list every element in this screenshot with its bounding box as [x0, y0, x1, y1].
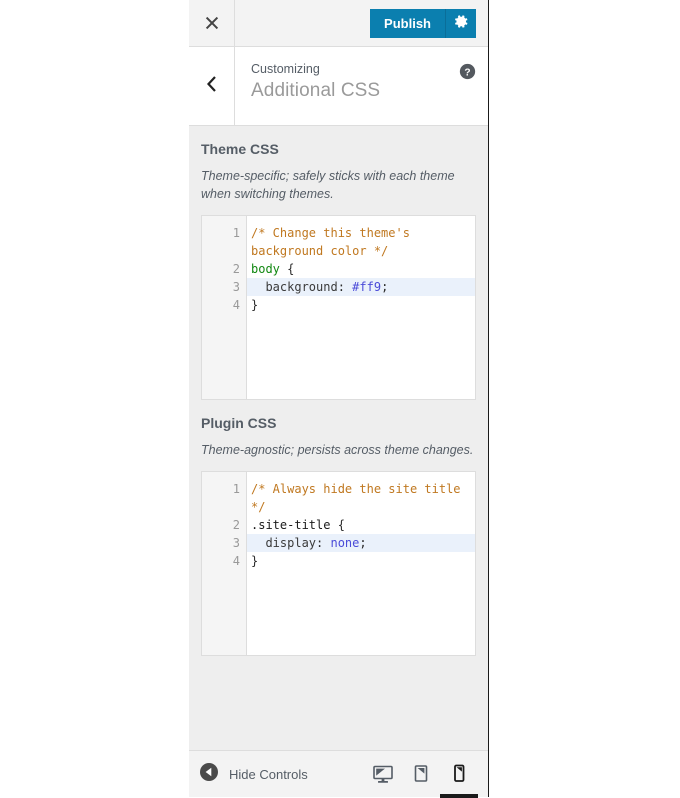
code-token: /* Always hide the site title	[251, 482, 461, 496]
customizer-panel: Publish	[189, 0, 489, 797]
section-header-text: Customizing Additional CSS ?	[235, 47, 488, 125]
code-line: /* Always hide the site title	[247, 480, 475, 498]
mobile-icon	[450, 764, 468, 784]
code-token: /* Change this theme's	[251, 226, 410, 240]
device-button-desktop[interactable]	[364, 751, 402, 798]
back-button[interactable]	[189, 47, 235, 125]
code-token: ;	[381, 280, 388, 294]
section-theme-css: Theme CSS Theme-specific; safely sticks …	[189, 126, 488, 400]
code-line: }	[247, 296, 475, 314]
topbar-spacer	[235, 0, 370, 46]
device-preview-buttons	[364, 751, 478, 798]
code-area[interactable]: /* Change this theme's background color *…	[247, 216, 475, 399]
code-line: */	[247, 498, 475, 516]
line-number	[202, 242, 246, 260]
line-number	[202, 498, 246, 516]
left-edge	[0, 0, 1, 797]
code-token: background	[251, 280, 338, 294]
code-token: .site-title	[251, 518, 330, 532]
customizer-topbar: Publish	[189, 0, 488, 47]
publish-button[interactable]: Publish	[370, 9, 446, 38]
line-number: 1	[202, 480, 246, 498]
line-number: 4	[202, 296, 246, 314]
code-token: }	[251, 298, 258, 312]
code-line: }	[247, 552, 475, 570]
breadcrumb: Customizing	[251, 61, 474, 77]
line-number-gutter: 1 234	[202, 472, 247, 655]
code-line: /* Change this theme's	[247, 224, 475, 242]
line-number: 3	[202, 534, 246, 552]
section-header: Customizing Additional CSS ?	[189, 47, 488, 126]
section-title: Theme CSS	[201, 140, 476, 158]
close-customizer-button[interactable]	[189, 0, 235, 46]
code-token: none	[330, 536, 359, 550]
screen: Publish	[0, 0, 680, 797]
plugin-css-editor[interactable]: 1 234 /* Always hide the site title */ .si…	[201, 471, 476, 656]
code-token: ;	[359, 536, 366, 550]
section-description: Theme-agnostic; persists across theme ch…	[201, 441, 476, 459]
close-icon	[204, 15, 220, 31]
section-plugin-css: Plugin CSS Theme-agnostic; persists acro…	[189, 400, 488, 656]
gear-icon	[454, 14, 469, 32]
code-token: }	[251, 554, 258, 568]
code-token: body	[251, 262, 280, 276]
section-title: Plugin CSS	[201, 414, 476, 432]
line-number-gutter: 1 234	[202, 216, 247, 399]
code-token: */	[251, 500, 265, 514]
tablet-icon	[411, 764, 431, 784]
code-token: #ff9	[352, 280, 381, 294]
line-number: 3	[202, 278, 246, 296]
hide-controls-label: Hide Controls	[229, 767, 308, 782]
code-token: :	[316, 536, 330, 550]
section-description: Theme-specific; safely sticks with each …	[201, 167, 476, 203]
code-area[interactable]: /* Always hide the site title */ .site-tit…	[247, 472, 475, 655]
chevron-left-icon	[205, 75, 218, 98]
hide-controls-button[interactable]: Hide Controls	[199, 762, 308, 787]
code-line: .site-title {	[247, 516, 475, 534]
code-token: display	[251, 536, 316, 550]
publish-settings-button[interactable]	[446, 9, 476, 38]
customizer-footer: Hide Controls	[189, 750, 488, 797]
code-line: background: #ff9;	[247, 278, 475, 296]
device-button-mobile[interactable]	[440, 751, 478, 798]
line-number: 2	[202, 516, 246, 534]
svg-text:?: ?	[464, 67, 470, 78]
arrow-left-circle-icon	[199, 762, 219, 787]
code-line: display: none;	[247, 534, 475, 552]
page-title: Additional CSS	[251, 79, 474, 103]
desktop-icon	[372, 764, 394, 784]
panel-body: Theme CSS Theme-specific; safely sticks …	[189, 126, 488, 750]
code-token: :	[338, 280, 352, 294]
line-number: 4	[202, 552, 246, 570]
help-circle-icon[interactable]: ?	[459, 63, 476, 85]
device-button-tablet[interactable]	[402, 751, 440, 798]
code-token: {	[280, 262, 294, 276]
code-line: background color */	[247, 242, 475, 260]
line-number: 1	[202, 224, 246, 242]
code-token: background color */	[251, 244, 388, 258]
code-token: {	[330, 518, 344, 532]
line-number: 2	[202, 260, 246, 278]
publish-group: Publish	[370, 0, 488, 46]
theme-css-editor[interactable]: 1 234 /* Change this theme's background c…	[201, 215, 476, 400]
code-line: body {	[247, 260, 475, 278]
